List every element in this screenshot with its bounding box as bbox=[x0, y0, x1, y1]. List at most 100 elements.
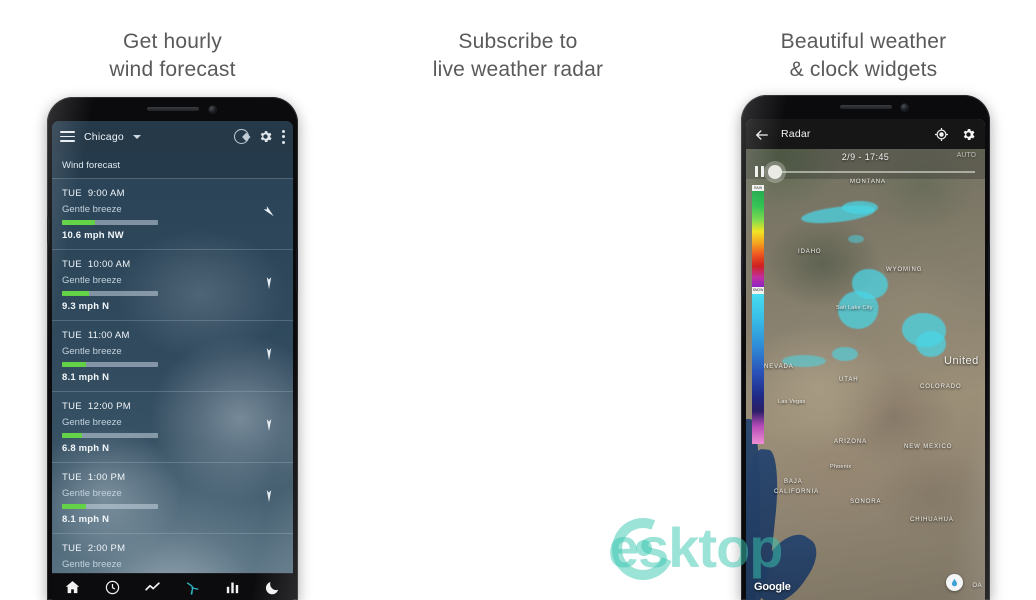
map-label: COLORADO bbox=[920, 384, 962, 390]
radar-icon[interactable] bbox=[234, 129, 249, 144]
wind-row-desc: Gentle breeze bbox=[62, 417, 122, 428]
wind-row-hour: 10:00 AM bbox=[87, 259, 131, 270]
wind-row-desc: Gentle breeze bbox=[62, 559, 122, 570]
wind-row-day: TUE bbox=[62, 330, 82, 341]
wind-row-hour: 11:00 AM bbox=[87, 330, 130, 341]
legend-rain-gradient bbox=[752, 191, 764, 288]
map-label: ARIZONA bbox=[834, 439, 867, 445]
moon-icon[interactable] bbox=[264, 579, 281, 596]
wind-row-day: TUE bbox=[62, 472, 82, 483]
wind-direction-icon bbox=[261, 417, 277, 438]
wind-forecast-list[interactable]: TUE 9:00 AM Gentle breeze 10.6 mph NW TU… bbox=[52, 179, 293, 584]
wind-turbine-icon[interactable] bbox=[184, 579, 201, 596]
clock-icon[interactable] bbox=[104, 579, 121, 596]
corner-label: OA bbox=[972, 583, 982, 589]
wind-direction-icon bbox=[261, 346, 277, 367]
wind-row[interactable]: TUE 12:00 PM Gentle breeze 6.8 mph N bbox=[52, 392, 293, 463]
wind-strength-bar bbox=[62, 220, 158, 225]
map-label: BAJA bbox=[784, 479, 803, 485]
map-label: NEW MEXICO bbox=[904, 444, 953, 450]
volume-button[interactable] bbox=[47, 217, 49, 243]
bar-chart-icon[interactable] bbox=[224, 579, 241, 596]
wind-row-speed: 8.1 mph N bbox=[62, 372, 110, 383]
wind-strength-bar bbox=[62, 504, 158, 509]
timeline-knob[interactable] bbox=[768, 165, 782, 179]
map-label: MONTANA bbox=[850, 179, 886, 185]
more-vertical-icon[interactable] bbox=[282, 129, 285, 144]
screenshot-stage: Get hourly wind forecast Chicago Wind fo… bbox=[0, 0, 1036, 600]
google-attribution: Google bbox=[754, 581, 791, 593]
wind-row[interactable]: TUE 10:00 AM Gentle breeze 9.3 mph N bbox=[52, 250, 293, 321]
caption-line-1: Beautiful weather bbox=[780, 30, 947, 53]
wind-row-hour: 2:00 PM bbox=[87, 543, 126, 554]
water-drop-icon[interactable] bbox=[946, 574, 963, 591]
wind-row-time: TUE 2:00 PM bbox=[62, 543, 283, 554]
wind-direction-icon bbox=[261, 204, 277, 225]
timeline-track[interactable] bbox=[770, 171, 975, 173]
wind-row-hour: 12:00 PM bbox=[87, 401, 131, 412]
map-label: CHIHUAHUA bbox=[910, 517, 954, 523]
map-label: SONORA bbox=[850, 499, 882, 505]
wind-row-speed: 8.1 mph N bbox=[62, 514, 110, 525]
wind-row-time: TUE 10:00 AM bbox=[62, 259, 283, 270]
wind-strength-bar bbox=[62, 433, 158, 438]
phone-1-bezel-top bbox=[47, 97, 298, 121]
wind-direction-icon bbox=[261, 275, 277, 296]
radar-appbar: Radar bbox=[746, 119, 985, 149]
wind-appbar: Chicago bbox=[52, 121, 293, 152]
trend-line-icon[interactable] bbox=[144, 579, 161, 596]
gear-icon[interactable] bbox=[961, 127, 976, 142]
legend-snow-gradient bbox=[752, 293, 764, 444]
caption-line-2: & clock widgets bbox=[789, 58, 938, 81]
wind-row[interactable]: TUE 1:00 PM Gentle breeze 8.1 mph N bbox=[52, 463, 293, 534]
wind-row-desc: Gentle breeze bbox=[62, 275, 122, 286]
phone-1-screen: Chicago Wind forecast TUE 9:00 AM Gentle… bbox=[52, 121, 293, 600]
map-label: Las Vegas bbox=[778, 399, 806, 405]
city-selector-label[interactable]: Chicago bbox=[84, 131, 124, 143]
wind-row-time: TUE 1:00 PM bbox=[62, 472, 283, 483]
wind-row-desc: Gentle breeze bbox=[62, 346, 122, 357]
wind-row-day: TUE bbox=[62, 188, 82, 199]
wind-forecast-app: Chicago Wind forecast TUE 9:00 AM Gentle… bbox=[52, 121, 293, 600]
wind-row-day: TUE bbox=[62, 259, 82, 270]
radar-color-legend: RAIN SNOW bbox=[752, 185, 764, 444]
pause-icon[interactable] bbox=[755, 166, 764, 177]
page-title: Radar bbox=[781, 128, 811, 140]
precipitation-blob bbox=[832, 347, 858, 361]
arrow-left-icon[interactable] bbox=[755, 128, 769, 140]
radar-timestamp: 2/9 - 17:45 bbox=[841, 152, 890, 162]
chevron-down-icon[interactable] bbox=[132, 134, 141, 139]
power-button[interactable] bbox=[296, 247, 298, 293]
bottom-nav-bar[interactable] bbox=[52, 573, 293, 600]
wind-row-time: TUE 9:00 AM bbox=[62, 188, 283, 199]
crosshair-icon[interactable] bbox=[934, 127, 949, 142]
phone-frame-1: Chicago Wind forecast TUE 9:00 AM Gentle… bbox=[47, 97, 298, 600]
precipitation-blob bbox=[842, 201, 878, 214]
wind-direction-icon bbox=[261, 488, 277, 509]
precipitation-blob bbox=[916, 331, 946, 357]
wind-strength-bar bbox=[62, 291, 158, 296]
panel-2-caption: Subscribe to live weather radar bbox=[345, 0, 691, 84]
map-label: Salt Lake City bbox=[836, 305, 873, 311]
panel-wind-forecast: Get hourly wind forecast Chicago Wind fo… bbox=[0, 0, 345, 600]
wind-row[interactable]: TUE 9:00 AM Gentle breeze 10.6 mph NW bbox=[52, 179, 293, 250]
map-label: United bbox=[944, 355, 979, 367]
wind-row-desc: Gentle breeze bbox=[62, 204, 122, 215]
panel-3-caption: Beautiful weather & clock widgets bbox=[691, 0, 1036, 84]
map-label: UTAH bbox=[839, 377, 859, 383]
map-label: IDAHO bbox=[798, 249, 822, 255]
radar-timeline[interactable]: 2/9 - 17:45 AUTO bbox=[746, 149, 985, 179]
caption-line-1: Subscribe to bbox=[458, 30, 578, 53]
home-icon[interactable] bbox=[64, 579, 81, 596]
wind-row-day: TUE bbox=[62, 543, 82, 554]
gear-icon[interactable] bbox=[258, 129, 273, 144]
front-camera bbox=[209, 106, 216, 113]
hamburger-icon[interactable] bbox=[60, 131, 75, 142]
wind-row[interactable]: TUE 11:00 AM Gentle breeze 8.1 mph N bbox=[52, 321, 293, 392]
wind-row-day: TUE bbox=[62, 401, 82, 412]
wind-row-hour: 1:00 PM bbox=[87, 472, 126, 483]
map-label: Phoenix bbox=[830, 464, 852, 470]
map-label: WYOMING bbox=[886, 267, 923, 273]
auto-label: AUTO bbox=[956, 152, 976, 159]
wind-row-hour: 9:00 AM bbox=[87, 188, 125, 199]
